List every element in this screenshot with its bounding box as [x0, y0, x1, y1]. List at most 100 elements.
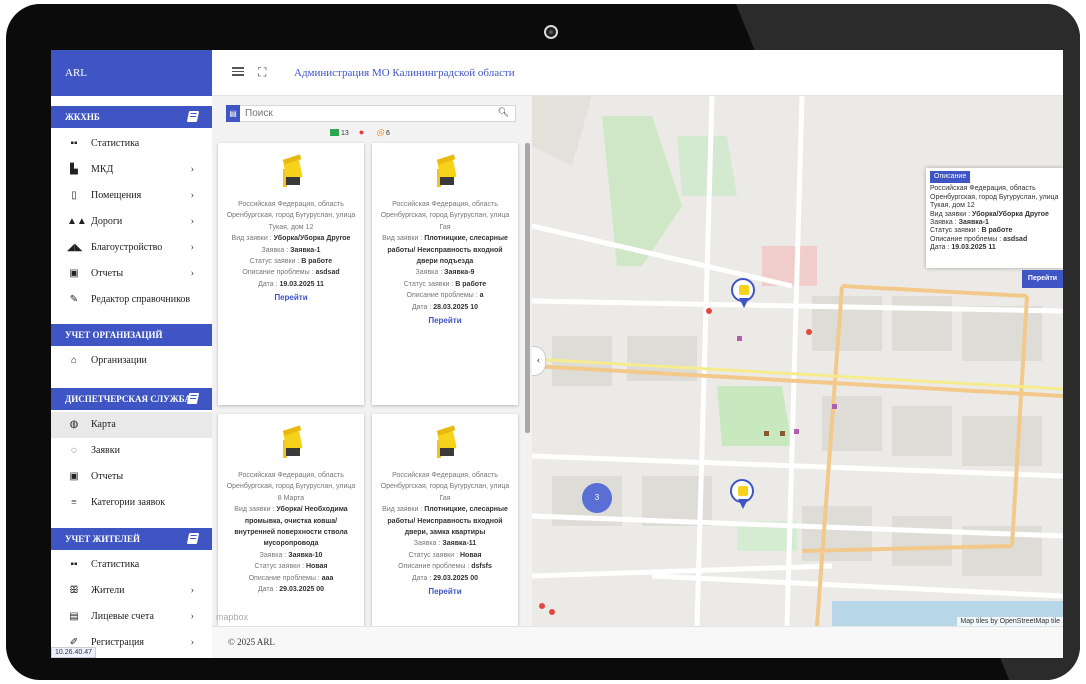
card-date: 28.03.2025 10	[433, 303, 479, 311]
card-date: 19.03.2025 11	[279, 280, 324, 288]
sidebar-item-request-categories[interactable]: ≡ Категории заявок	[51, 490, 212, 516]
map-attribution[interactable]: Map tiles by OpenStreetMap tile	[957, 617, 1063, 626]
chevron-right-icon: ›	[190, 216, 194, 227]
sidebar-item-residents-statistics[interactable]: ▪▪ Статистика	[51, 552, 212, 578]
popup-address: Российская Федерация, область Оренбургск…	[930, 185, 1059, 210]
card-address: Российская Федерация, область Оренбургск…	[226, 201, 356, 231]
requests-list-panel: ▤ 🔍︎ 13 ● ◎6 Российская Федерация, облас…	[212, 96, 532, 626]
request-card[interactable]: Российская Федерация, область Оренбургск…	[218, 414, 364, 626]
list-scrollbar[interactable]	[525, 143, 530, 433]
sidebar-item-dictionary-editor[interactable]: ✎ Редактор справочников	[51, 287, 212, 313]
popup-go-button[interactable]: Перейти	[1022, 270, 1063, 288]
chevron-right-icon: ›	[190, 242, 194, 253]
sidebar-item-label: Лицевые счета	[91, 611, 154, 622]
sidebar-item-residents[interactable]: ꕥ Жители ›	[51, 578, 212, 604]
sidebar-item-label: Отчеты	[91, 268, 124, 279]
card-status: Новая	[305, 563, 328, 571]
map-popup: Описание Российская Федерация, область О…	[926, 168, 1063, 268]
chevron-right-icon: ›	[190, 268, 194, 279]
request-card[interactable]: Российская Федерация, область Оренбургск…	[372, 414, 518, 626]
residential-area	[532, 96, 592, 166]
section-header-residents[interactable]: УЧЕТ ЖИТЕЛЕЙ	[51, 528, 212, 550]
sidebar-item-statistics[interactable]: ▪▪ Статистика	[51, 131, 212, 157]
found-counter[interactable]: ◎ 6	[376, 127, 390, 137]
section-header-dispatch[interactable]: ДИСПЕТЧЕРСКАЯ СЛУЖБА	[51, 388, 212, 410]
pencil-icon: ✎	[69, 294, 79, 305]
card-date-label: Дата :	[257, 586, 278, 594]
sidebar-item-label: Редактор справочников	[91, 294, 191, 305]
sidebar-item-roads[interactable]: ▲▲ Дороги ›	[51, 209, 212, 235]
search-input[interactable]	[245, 107, 485, 120]
hamburger-menu-icon[interactable]	[232, 67, 244, 76]
card-num-label: Заявка :	[259, 551, 287, 559]
card-desc: ааа	[321, 574, 334, 582]
request-card[interactable]: Российская Федерация, область Оренбургск…	[372, 143, 518, 405]
counters-bar: 13 ● ◎ 6	[330, 127, 398, 139]
popup-num: Заявка-1	[958, 219, 989, 227]
sidebar-item-label: МКД	[91, 164, 114, 175]
card-status: Новая	[459, 551, 482, 559]
sidebar-item-requests[interactable]: ◌ Заявки	[51, 438, 212, 464]
found-count: 6	[386, 130, 390, 137]
card-type-label: Вид заявки :	[231, 235, 272, 243]
popup-num-label: Заявка :	[930, 219, 957, 227]
marker-cluster[interactable]: 3	[582, 483, 612, 513]
card-desc-label: Описание проблемы :	[242, 269, 314, 277]
sidebar-item-landscaping[interactable]: ◢◣ Благоустройство ›	[51, 235, 212, 261]
sidebar-item-organizations[interactable]: ⌂ Организации	[51, 348, 212, 374]
card-status-label: Статус заявки :	[403, 280, 454, 288]
go-link[interactable]: Перейти	[380, 586, 510, 597]
search-icon[interactable]: 🔍︎	[498, 107, 509, 118]
total-counter[interactable]: 13	[330, 129, 349, 137]
popup-desc-label: Описание проблемы :	[930, 235, 1002, 243]
sidebar-item-personal-accounts[interactable]: ▤ Лицевые счета ›	[51, 604, 212, 630]
request-card[interactable]: Российская Федерация, область Оренбургск…	[218, 143, 364, 405]
landscape-icon: ◢◣	[67, 242, 83, 253]
map-view[interactable]: ‹ 3 Описание Российская Федерация, облас…	[532, 96, 1063, 626]
sidebar: ARL ЖКХНБ ▪▪ Статистика ▙ МКД › ▯ Помещения ›…	[51, 50, 212, 658]
card-status-label: Статус заявки :	[254, 563, 305, 571]
section-header-organizations[interactable]: УЧЕТ ОРГАНИЗАЦИЙ	[51, 324, 212, 346]
book-icon[interactable]	[186, 533, 200, 544]
popup-status: В работе	[981, 227, 1013, 235]
fullscreen-icon[interactable]: ⛶	[258, 65, 266, 80]
sidebar-item-mkd[interactable]: ▙ МКД ›	[51, 157, 212, 183]
map-request-marker[interactable]	[731, 278, 757, 310]
map-request-marker[interactable]	[730, 479, 756, 511]
card-desc: dsfsfs	[471, 563, 492, 571]
popup-status-label: Статус заявки :	[930, 227, 980, 235]
sidebar-item-label: Регистрация	[91, 637, 144, 648]
trash-bin-icon	[280, 425, 303, 458]
popup-date: 19.03.2025 11	[951, 244, 996, 252]
sidebar-item-label: Дороги	[91, 216, 123, 227]
globe-icon: ◍	[69, 419, 79, 430]
go-link[interactable]: Перейти	[380, 315, 510, 326]
trash-bin-icon	[434, 425, 457, 458]
card-status-label: Статус заявки :	[408, 551, 459, 559]
footer: © 2025 ARL	[212, 626, 1063, 658]
sidebar-item-map[interactable]: ◍ Карта	[51, 412, 212, 438]
sidebar-item-label: Статистика	[91, 559, 140, 570]
chevron-right-icon: ›	[190, 611, 194, 622]
sidebar-item-dispatch-reports[interactable]: ▣ Отчеты	[51, 464, 212, 490]
card-desc: asdsad	[315, 269, 340, 277]
popup-type-label: Вид заявки :	[930, 210, 971, 218]
section-header-zhkh[interactable]: ЖКХНБ	[51, 106, 212, 128]
park-area	[717, 386, 792, 446]
map-counter[interactable]: ●	[358, 127, 366, 137]
search-box[interactable]: ▤ 🔍︎	[226, 105, 516, 122]
book-icon[interactable]	[186, 393, 200, 404]
sidebar-item-label: Жители	[91, 585, 125, 596]
brand-logo[interactable]: ARL	[51, 50, 212, 96]
map-pin-icon: ●	[358, 127, 365, 137]
sidebar-item-premises[interactable]: ▯ Помещения ›	[51, 183, 212, 209]
go-link[interactable]: Перейти	[226, 292, 356, 303]
search-icon: ◎	[376, 127, 384, 137]
book-icon[interactable]	[186, 111, 200, 122]
sidebar-item-reports[interactable]: ▣ Отчеты ›	[51, 261, 212, 287]
sidebar-item-label: Статистика	[91, 138, 140, 149]
chevron-right-icon: ›	[190, 190, 194, 201]
chevron-right-icon: ›	[190, 164, 194, 175]
list-icon: ≡	[71, 497, 77, 508]
card-desc-label: Описание проблемы :	[406, 292, 478, 300]
